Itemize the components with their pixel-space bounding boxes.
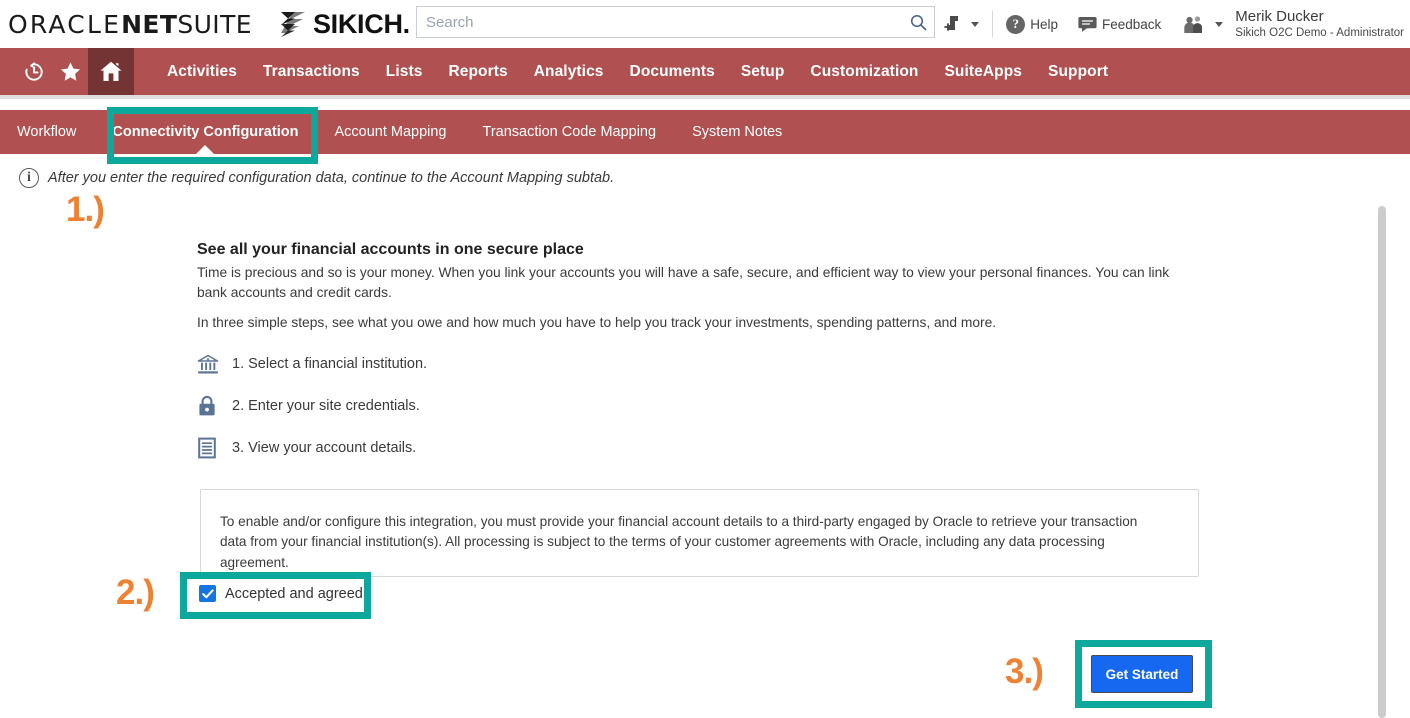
lock-icon bbox=[197, 395, 227, 417]
main-nav-links: Activities Transactions Lists Reports An… bbox=[154, 63, 1121, 81]
vertical-scrollbar[interactable] bbox=[1378, 206, 1386, 718]
nav-divider bbox=[0, 95, 1410, 99]
feedback-button[interactable]: Feedback bbox=[1078, 16, 1161, 33]
active-tab-arrow-icon bbox=[196, 145, 215, 154]
subtab-label: Account Mapping bbox=[334, 124, 447, 140]
chevron-down-icon bbox=[971, 21, 980, 27]
nav-link-lists[interactable]: Lists bbox=[373, 63, 436, 81]
user-group-icon bbox=[1184, 15, 1203, 33]
chevron-down-icon bbox=[1215, 21, 1224, 27]
user-menu[interactable]: Merik Ducker Sikich O2C Demo - Administr… bbox=[1183, 8, 1404, 40]
intro-paragraph-2: In three simple steps, see what you owe … bbox=[197, 315, 997, 330]
intro-paragraph-1: Time is precious and so is your money. W… bbox=[197, 265, 1170, 300]
home-button[interactable] bbox=[88, 48, 134, 95]
help-question-icon: ? bbox=[1006, 14, 1026, 34]
step-item-3: 3. View your account details. bbox=[197, 427, 427, 469]
nav-link-transactions[interactable]: Transactions bbox=[250, 63, 373, 81]
home-icon bbox=[100, 61, 122, 81]
nav-link-reports[interactable]: Reports bbox=[435, 63, 520, 81]
help-button[interactable]: ? Help bbox=[1006, 14, 1058, 34]
nav-link-activities[interactable]: Activities bbox=[154, 63, 250, 81]
favorites-button[interactable] bbox=[52, 48, 88, 95]
bank-institution-icon bbox=[197, 354, 227, 375]
step-item-2: 2. Enter your site credentials. bbox=[197, 385, 427, 427]
step-label-1: 1. Select a financial institution. bbox=[232, 356, 428, 372]
subtab-bar: Workflow Connectivity Configuration Acco… bbox=[0, 110, 1410, 154]
oracle-netsuite-logo[interactable]: ORACLENETSUITE bbox=[8, 10, 252, 39]
nav-link-customization[interactable]: Customization bbox=[797, 63, 931, 81]
page-root: ORACLENETSUITE SIKICH. Search ? Help Fee… bbox=[0, 0, 1410, 718]
feedback-label: Feedback bbox=[1101, 16, 1162, 32]
favorites-star-icon bbox=[60, 61, 80, 81]
disclaimer-box: To enable and/or configure this integrat… bbox=[200, 489, 1199, 577]
oracle-wordmark: ORACLE bbox=[8, 9, 122, 39]
info-circle-icon: i bbox=[19, 168, 39, 188]
search-button[interactable] bbox=[902, 7, 934, 37]
subtab-transaction-code-mapping[interactable]: Transaction Code Mapping bbox=[465, 110, 675, 154]
search-input[interactable] bbox=[417, 7, 902, 37]
get-started-button[interactable]: Get Started bbox=[1091, 655, 1193, 693]
nav-link-suiteapps[interactable]: SuiteApps bbox=[931, 63, 1035, 81]
info-notice: i After you enter the required configura… bbox=[19, 168, 614, 188]
subtab-workflow[interactable]: Workflow bbox=[0, 110, 94, 154]
header-right-controls: ? Help Feedback Merik Ducker Sikich O2C … bbox=[943, 0, 1404, 48]
help-label: Help bbox=[1030, 16, 1058, 32]
nav-link-setup[interactable]: Setup bbox=[728, 63, 798, 81]
annotation-step-1: 1.) bbox=[66, 190, 105, 229]
sikich-logo[interactable]: SIKICH. bbox=[279, 9, 410, 40]
page-title: See all your financial accounts in one s… bbox=[197, 241, 584, 258]
sikich-chevron-mark-icon bbox=[280, 11, 305, 37]
nav-link-support[interactable]: Support bbox=[1035, 63, 1121, 81]
user-name: Merik Ducker bbox=[1235, 7, 1324, 25]
global-search[interactable] bbox=[416, 6, 935, 38]
user-identity: Merik Ducker Sikich O2C Demo - Administr… bbox=[1235, 8, 1404, 40]
checkbox-checked-icon[interactable] bbox=[199, 585, 216, 602]
subtab-label: System Notes bbox=[692, 124, 783, 140]
step-item-1: 1. Select a financial institution. bbox=[197, 343, 427, 385]
subtab-system-notes[interactable]: System Notes bbox=[674, 110, 800, 154]
net-wordmark: NET bbox=[121, 9, 178, 39]
accepted-and-agreed-label[interactable]: Accepted and agreed bbox=[225, 586, 363, 602]
step-label-2: 2. Enter your site credentials. bbox=[232, 398, 420, 414]
sikich-wordmark: SIKICH. bbox=[312, 8, 410, 39]
info-notice-text: After you enter the required configurati… bbox=[48, 170, 615, 186]
subtab-label: Workflow bbox=[17, 124, 77, 140]
add-shortcut-icon bbox=[944, 16, 959, 31]
quick-add-menu[interactable] bbox=[943, 14, 980, 34]
subtab-connectivity-configuration[interactable]: Connectivity Configuration bbox=[94, 110, 316, 154]
feedback-chat-icon bbox=[1078, 16, 1097, 32]
subtab-account-mapping[interactable]: Account Mapping bbox=[316, 110, 464, 154]
step-label-3: 3. View your account details. bbox=[232, 440, 417, 456]
accepted-and-agreed-checkbox[interactable]: Accepted and agreed bbox=[199, 585, 363, 602]
top-header: ORACLENETSUITE SIKICH. Search ? Help Fee… bbox=[0, 0, 1410, 48]
user-role: Sikich O2C Demo - Administrator bbox=[1235, 27, 1404, 40]
recent-history-icon bbox=[25, 61, 43, 81]
annotation-step-2: 2.) bbox=[116, 573, 155, 612]
main-navigation-bar: Activities Transactions Lists Reports An… bbox=[0, 48, 1410, 95]
suite-wordmark: SUITE bbox=[177, 9, 252, 39]
nav-link-analytics[interactable]: Analytics bbox=[521, 63, 617, 81]
subtab-label: Connectivity Configuration bbox=[112, 124, 299, 140]
steps-list: 1. Select a financial institution. 2. En… bbox=[197, 343, 427, 469]
disclaimer-text: To enable and/or configure this integrat… bbox=[220, 514, 1138, 570]
header-divider bbox=[992, 11, 994, 37]
search-icon bbox=[910, 14, 926, 30]
annotation-step-3: 3.) bbox=[1005, 652, 1044, 691]
nav-link-documents[interactable]: Documents bbox=[617, 63, 728, 81]
document-list-icon bbox=[197, 437, 227, 459]
recent-history-button[interactable] bbox=[16, 48, 52, 95]
subtab-label: Transaction Code Mapping bbox=[482, 124, 657, 140]
